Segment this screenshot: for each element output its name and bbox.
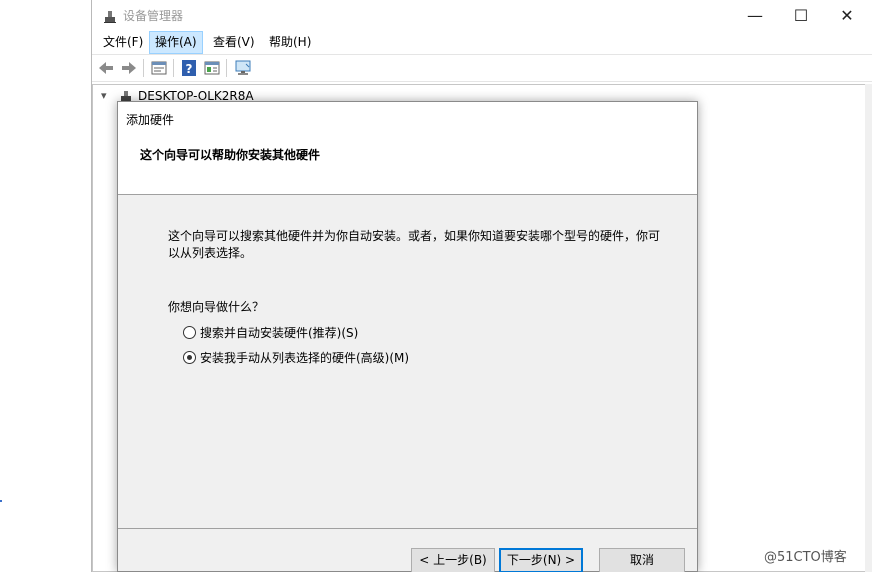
wizard-question: 你想向导做什么？ (168, 300, 265, 314)
vertical-scrollbar[interactable] (865, 84, 872, 572)
title-bar: 设备管理器 — ☐ ✕ (92, 0, 872, 31)
wizard-description: 这个向导可以搜索其他硬件并为你自动安装。或者，如果你知道要安装哪个型号的硬件，你… (168, 229, 661, 260)
minimize-button[interactable]: — (732, 0, 778, 31)
wizard-heading: 这个向导可以帮助你安装其他硬件 (140, 148, 321, 162)
svg-text:?: ? (186, 62, 193, 76)
monitor-icon[interactable] (233, 58, 253, 78)
menu-help[interactable]: 帮助(H) (264, 32, 316, 53)
menu-action[interactable]: 操作(A) (149, 31, 203, 54)
menu-file[interactable]: 文件(F) (98, 32, 148, 53)
window-title: 设备管理器 (123, 9, 184, 23)
radio-button-checked[interactable] (183, 351, 196, 364)
back-arrow-icon[interactable] (96, 58, 116, 78)
screen: 设备管理器 — ☐ ✕ 文件(F) 操作(A) 查看(V) 帮助(H) ? ▾ … (0, 0, 872, 572)
toolbar-separator (173, 59, 174, 77)
footer-divider (118, 528, 697, 529)
back-button[interactable]: < 上一步(B) (411, 548, 495, 572)
add-hardware-wizard: 添加硬件 这个向导可以帮助你安装其他硬件 这个向导可以搜索其他硬件并为你自动安装… (117, 101, 698, 572)
wizard-header: 添加硬件 这个向导可以帮助你安装其他硬件 (118, 102, 697, 195)
wizard-caption: 添加硬件 (126, 113, 175, 127)
close-button[interactable]: ✕ (824, 0, 870, 31)
next-button[interactable]: 下一步(N) > (499, 548, 583, 572)
maximize-button[interactable]: ☐ (778, 0, 824, 31)
chevron-down-icon[interactable]: ▾ (101, 87, 113, 105)
help-icon[interactable]: ? (179, 58, 199, 78)
toolbar-separator (226, 59, 227, 77)
option-auto-search-label[interactable]: 搜索并自动安装硬件(推荐)(S) (200, 324, 358, 342)
cancel-button[interactable]: 取消 (599, 548, 685, 572)
forward-arrow-icon[interactable] (119, 58, 139, 78)
toolbar: ? (92, 54, 872, 82)
menu-view[interactable]: 查看(V) (208, 32, 260, 53)
stray-pixel (0, 500, 2, 502)
watermark: @51CTO博客 (764, 546, 847, 565)
device-manager-icon (104, 11, 116, 23)
option-manual-select-label[interactable]: 安装我手动从列表选择的硬件(高级)(M) (200, 349, 409, 367)
properties-icon[interactable] (149, 58, 169, 78)
toolbar-separator (143, 59, 144, 77)
action-pane-icon[interactable] (202, 58, 222, 78)
menu-bar: 文件(F) 操作(A) 查看(V) 帮助(H) (92, 31, 872, 54)
radio-button[interactable] (183, 326, 196, 339)
